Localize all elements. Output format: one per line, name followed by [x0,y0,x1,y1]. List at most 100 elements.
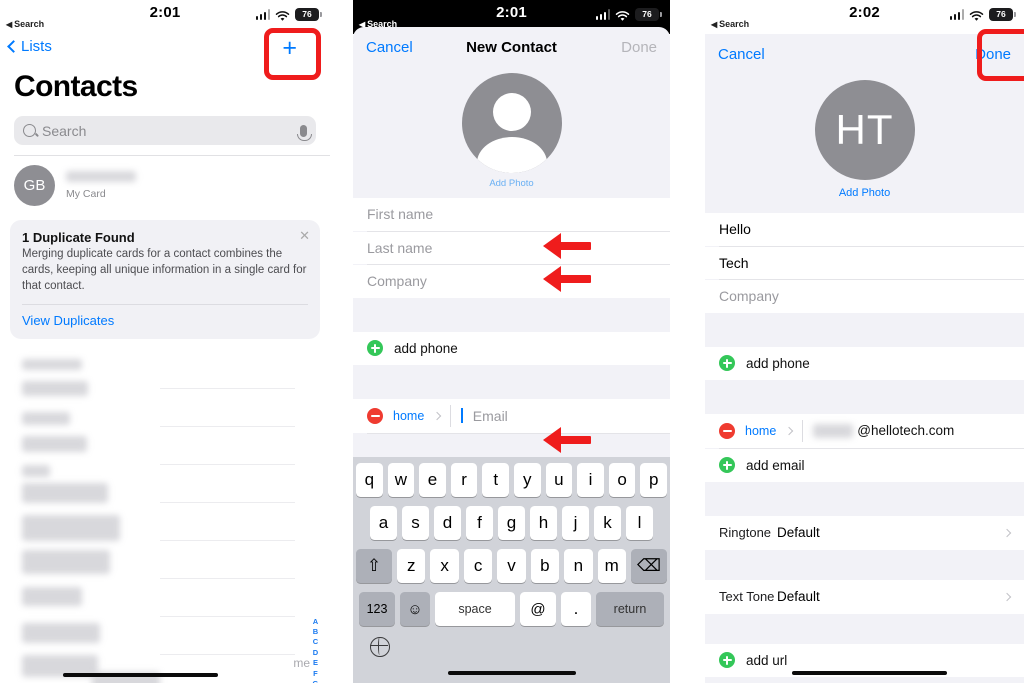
section-gap [705,481,1024,516]
key-y[interactable]: y [514,463,541,497]
numbers-key[interactable]: 123 [359,592,395,626]
back-to-lists-button[interactable]: Lists [7,38,52,55]
sheet-navigation-bar: Cancel Done [705,34,1024,74]
chevron-right-icon [1002,528,1012,537]
text-tone-value: Default [777,589,820,604]
key-w[interactable]: w [387,463,415,497]
on-screen-keyboard[interactable]: q w e r t y u i o p a s d f g h j k l ⇧ … [353,457,670,683]
index-letter-C[interactable]: C [313,637,318,647]
add-contact-button[interactable]: + [282,36,297,61]
text-tone-row[interactable]: Text Tone Default [705,579,1024,614]
key-z[interactable]: z [397,549,426,583]
period-key[interactable]: . [561,592,591,626]
add-phone-button[interactable]: add phone [353,331,670,365]
key-d[interactable]: d [434,506,461,540]
home-indicator[interactable] [447,671,576,675]
photo-section: HT Add Photo [705,74,1024,199]
email-field-row[interactable]: home Email [353,398,670,433]
email-field-row[interactable]: home @hellotech.com [705,413,1024,448]
search-input[interactable]: Search [14,116,316,145]
email-type-label[interactable]: home [745,424,776,438]
key-j[interactable]: j [562,506,589,540]
key-c[interactable]: c [463,549,493,583]
first-name-field[interactable]: Hello [705,213,1024,246]
key-b[interactable]: b [530,549,560,583]
index-letter-G[interactable]: G [313,679,319,683]
add-photo-button[interactable]: Add Photo [705,187,1024,199]
cancel-button[interactable]: Cancel [718,46,765,63]
add-email-button[interactable]: add email [705,448,1024,482]
duplicate-found-card: ✕ 1 Duplicate Found Merging duplicate ca… [10,220,320,339]
key-q[interactable]: q [356,463,383,497]
index-letter-A[interactable]: A [313,617,318,627]
person-avatar-icon[interactable] [461,73,562,173]
key-a[interactable]: a [370,506,397,540]
my-card-row[interactable]: GB My Card [0,156,330,206]
index-letter-F[interactable]: F [313,669,318,679]
company-field[interactable]: Company [353,265,670,298]
first-name-field[interactable]: First name [353,198,670,231]
battery-icon: 76 [635,8,662,21]
key-p[interactable]: p [640,463,667,497]
backspace-icon[interactable]: ⌫ [630,549,667,583]
redacted-name [66,171,136,182]
status-back-to-search[interactable]: ◀ Search [711,19,749,29]
avatar[interactable]: HT [814,80,915,180]
return-key[interactable]: return [596,592,664,626]
minus-circle-icon[interactable] [719,422,735,439]
key-g[interactable]: g [498,506,525,540]
key-v[interactable]: v [497,549,526,583]
index-letter-D[interactable]: D [313,648,318,658]
at-key[interactable]: @ [520,592,556,626]
index-letter-B[interactable]: B [313,627,318,637]
view-duplicates-link[interactable]: View Duplicates [22,313,308,328]
emoji-icon[interactable]: ☺ [400,592,430,626]
home-indicator[interactable] [63,673,218,677]
key-r[interactable]: r [450,463,478,497]
key-s[interactable]: s [402,506,429,540]
key-e[interactable]: e [419,463,446,497]
duplicate-title: 1 Duplicate Found [22,230,135,245]
alphabet-index[interactable]: ABCDEFGHIJKLMNOPQRSTUVWXYZ# [312,617,319,683]
key-i[interactable]: i [577,463,604,497]
back-triangle-icon: ◀ [6,20,13,29]
microphone-icon[interactable] [297,124,312,141]
screenshot-stage: 2:01 ◀ Search 76 Lists + Contacts Search… [0,0,1024,683]
key-f[interactable]: f [466,506,493,540]
globe-icon[interactable] [369,636,390,657]
key-u[interactable]: u [545,463,573,497]
name-field-group: First name Last name Company [353,198,670,298]
key-h[interactable]: h [530,506,557,540]
add-photo-button[interactable]: Add Photo [353,178,670,189]
contacts-list[interactable]: ABCDEFGHIJKLMNOPQRSTUVWXYZ# [0,355,330,683]
key-o[interactable]: o [608,463,636,497]
key-l[interactable]: l [626,506,653,540]
email-type-label[interactable]: home [393,409,424,423]
last-name-value: Tech [719,254,749,271]
key-x[interactable]: x [430,549,459,583]
home-indicator[interactable] [792,671,947,675]
status-back-to-search[interactable]: ◀ Search [6,19,44,29]
key-k[interactable]: k [594,506,621,540]
key-n[interactable]: n [564,549,593,583]
done-button[interactable]: Done [975,46,1011,63]
section-gap [353,364,670,399]
ringtone-row[interactable]: Ringtone Default [705,515,1024,550]
shift-icon[interactable]: ⇧ [356,549,393,583]
space-key[interactable]: space [435,592,515,626]
index-letter-E[interactable]: E [313,658,318,668]
last-name-field[interactable]: Tech [705,246,1024,279]
minus-circle-icon[interactable] [367,407,383,424]
keyboard-row-4: 123 ☺ space @ . return [356,592,667,626]
company-placeholder: Company [719,288,779,305]
section-gap [705,613,1024,644]
panel-filled-contact: 2:02 ◀ Search 76 Cancel Done HT Add Phot… [705,0,1024,683]
last-name-field[interactable]: Last name [353,231,670,264]
key-m[interactable]: m [597,549,626,583]
key-t[interactable]: t [482,463,509,497]
done-button[interactable]: Done [621,39,657,56]
company-field[interactable]: Company [705,280,1024,313]
close-icon[interactable]: ✕ [299,229,310,242]
add-phone-button[interactable]: add phone [705,346,1024,380]
plus-circle-icon [719,355,735,371]
